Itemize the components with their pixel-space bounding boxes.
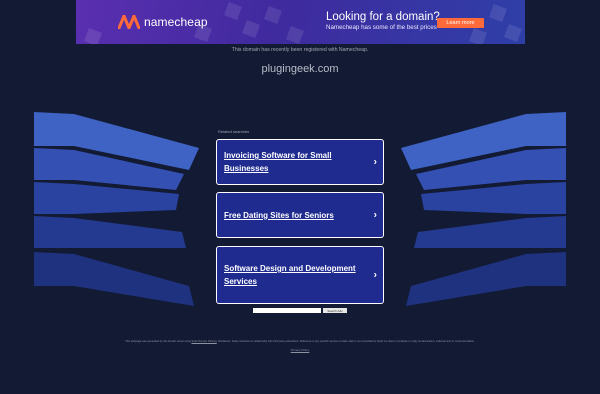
search-link-dating-sites[interactable]: Free Dating Sites for Seniors ›	[216, 192, 384, 238]
chevron-right-icon: ›	[373, 209, 377, 221]
footer-pre: This webpage was generated by the domain…	[125, 340, 192, 343]
privacy-policy-link[interactable]: Privacy Policy	[0, 348, 600, 352]
search-button[interactable]: Search Ads	[323, 308, 347, 313]
brand-name: namecheap	[144, 15, 208, 29]
namecheap-logo-icon	[118, 15, 140, 29]
banner-title: Looking for a domain?	[326, 11, 440, 23]
search-link-invoicing-software[interactable]: Invoicing Software for Small Businesses …	[216, 139, 384, 185]
search-link-label: Invoicing Software for Small Businesses	[224, 151, 332, 173]
learn-more-button[interactable]: Learn more	[437, 18, 484, 28]
left-decoration	[34, 112, 199, 306]
related-searches-label: Related searches	[218, 129, 250, 134]
search-input[interactable]	[253, 308, 321, 313]
footer-disclaimer: This webpage was generated by the domain…	[0, 340, 600, 343]
banner-subtitle: Namecheap has some of the best prices	[326, 24, 437, 31]
right-decoration	[401, 112, 566, 306]
search-link-software-design[interactable]: Software Design and Development Services…	[216, 246, 384, 304]
registration-notice: This domain has recently been registered…	[231, 47, 369, 53]
chevron-right-icon: ›	[373, 156, 377, 168]
search-link-label: Free Dating Sites for Seniors	[224, 210, 334, 220]
sedo-parking-link[interactable]: Sedo Domain Parking	[192, 340, 217, 343]
search-link-label: Software Design and Development Services	[224, 264, 356, 286]
namecheap-banner[interactable]: namecheap Looking for a domain? Namechea…	[76, 0, 525, 44]
domain-title: plugingeek.com	[261, 63, 339, 75]
chevron-right-icon: ›	[373, 269, 377, 281]
footer-post: . Disclaimer: Sedo maintains no relation…	[216, 340, 475, 343]
namecheap-logo: namecheap	[118, 14, 208, 30]
